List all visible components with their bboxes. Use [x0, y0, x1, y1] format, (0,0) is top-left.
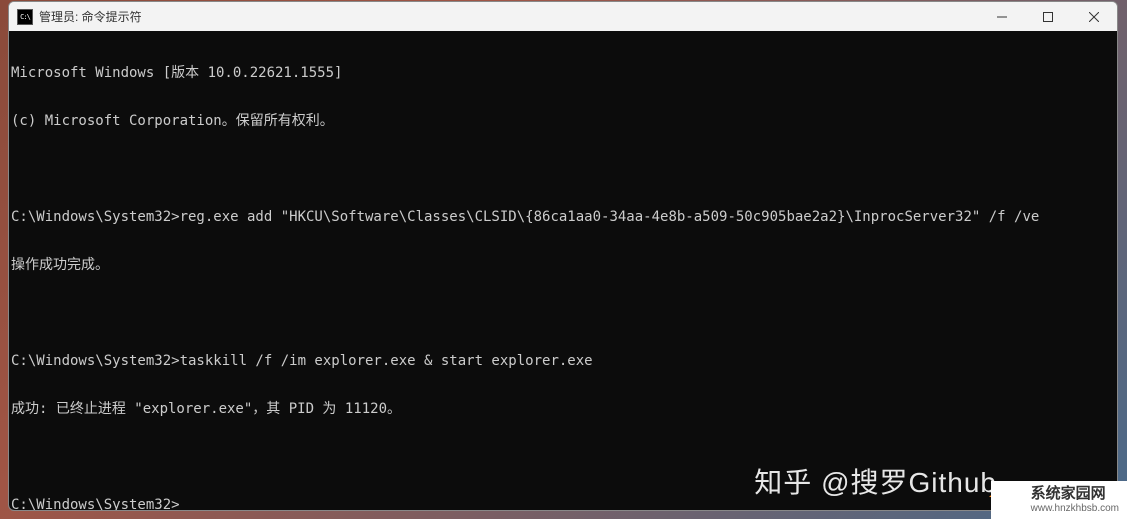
minimize-button[interactable]: [979, 2, 1025, 31]
terminal-prompt: C:\Windows\System32>: [11, 497, 1117, 510]
terminal-line: Microsoft Windows [版本 10.0.22621.1555]: [11, 65, 1117, 81]
site-name-label: 系统家园网: [1031, 485, 1106, 503]
terminal-line: C:\Windows\System32>reg.exe add "HKCU\So…: [11, 209, 1117, 225]
maximize-icon: [1043, 12, 1053, 22]
window-title: 管理员: 命令提示符: [39, 8, 979, 25]
terminal-output[interactable]: Microsoft Windows [版本 10.0.22621.1555] (…: [9, 31, 1117, 510]
close-icon: [1089, 12, 1099, 22]
close-button[interactable]: [1071, 2, 1117, 31]
terminal-line: [11, 305, 1117, 321]
window-controls: [979, 2, 1117, 31]
terminal-line: (c) Microsoft Corporation。保留所有权利。: [11, 113, 1117, 129]
terminal-line: C:\Windows\System32>taskkill /f /im expl…: [11, 353, 1117, 369]
titlebar[interactable]: C:\ 管理员: 命令提示符: [9, 2, 1117, 31]
site-url-label: www.hnzkhbsb.com: [1031, 503, 1119, 515]
terminal-line: [11, 449, 1117, 465]
cmd-icon: C:\: [17, 9, 33, 25]
site-watermark: 系统家园网 www.hnzkhbsb.com: [991, 481, 1127, 519]
maximize-button[interactable]: [1025, 2, 1071, 31]
command-prompt-window: C:\ 管理员: 命令提示符 Microsoft Windows [版本 10.…: [8, 1, 1118, 511]
terminal-line: 操作成功完成。: [11, 257, 1117, 273]
terminal-line: 成功: 已终止进程 "explorer.exe"，其 PID 为 11120。: [11, 401, 1117, 417]
terminal-line: [11, 161, 1117, 177]
minimize-icon: [997, 12, 1007, 22]
